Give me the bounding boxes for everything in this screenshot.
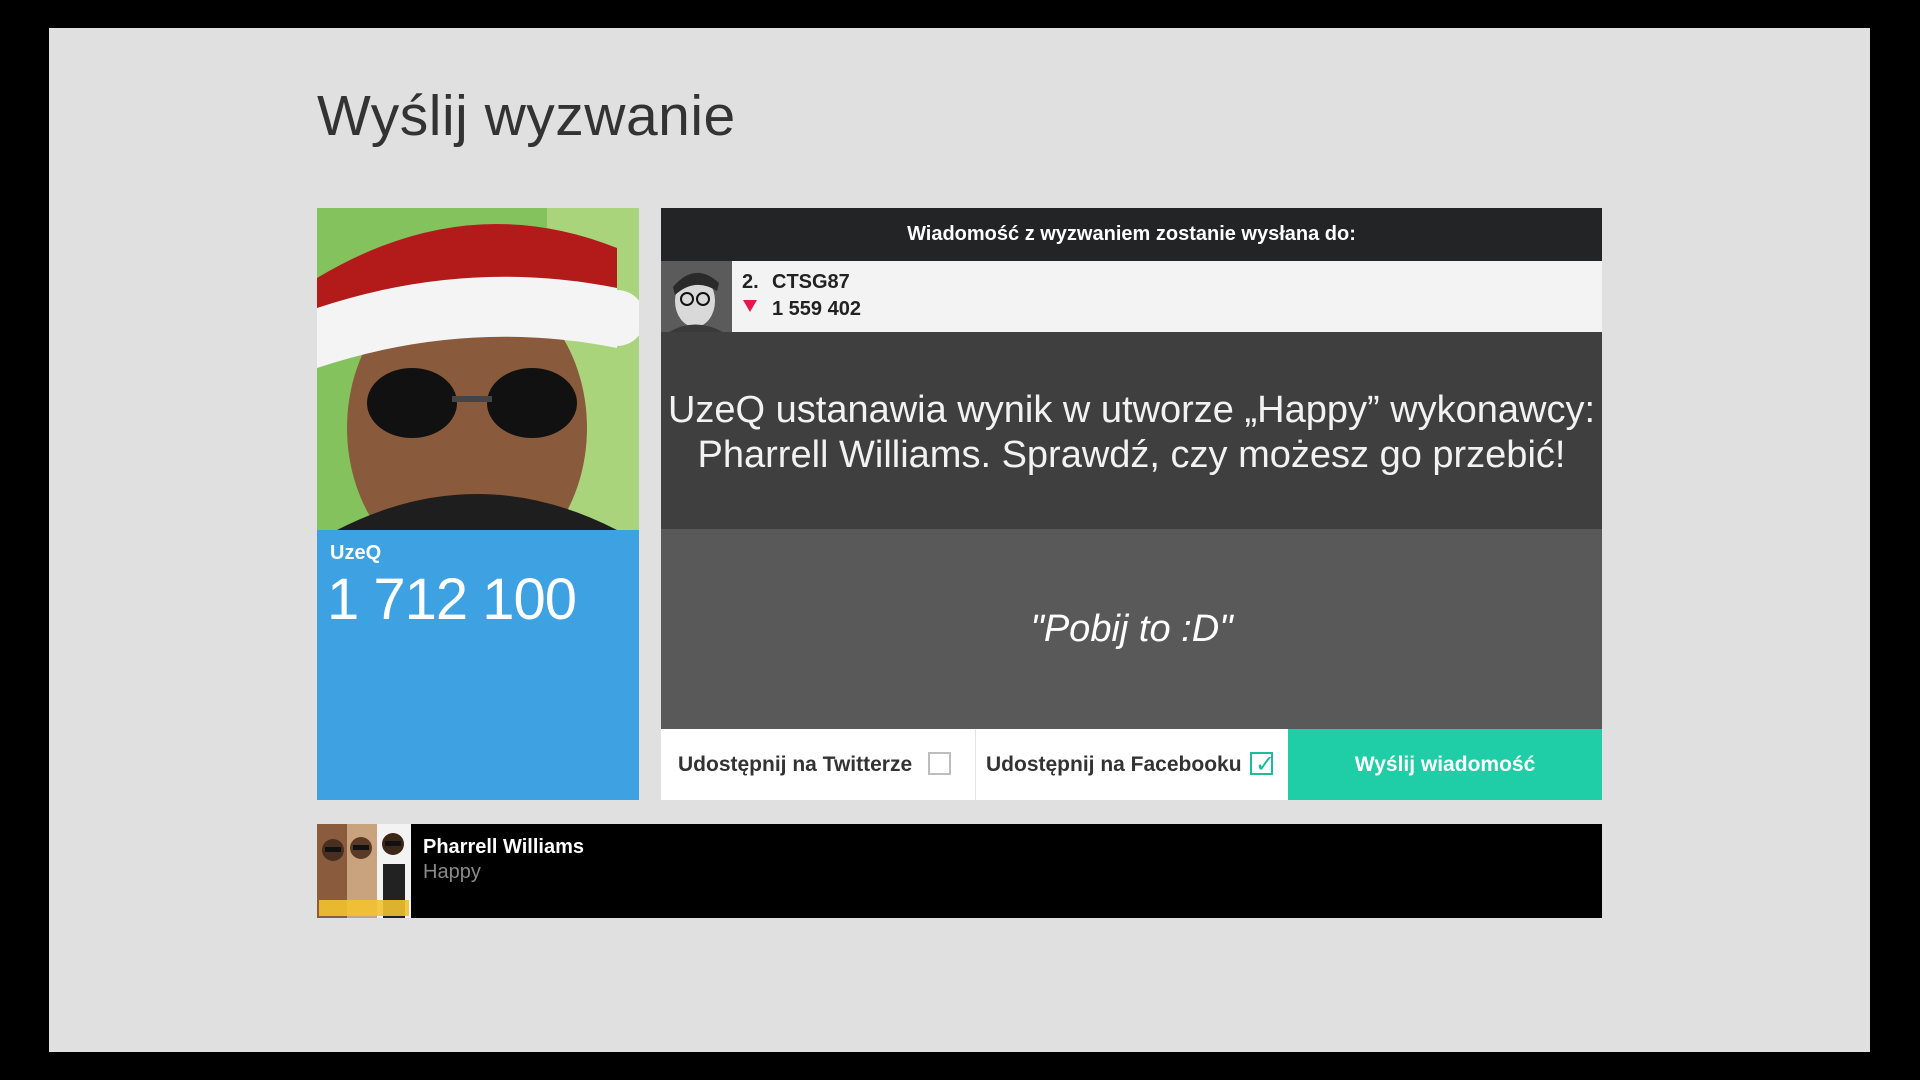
challenge-message: UzeQ ustanawia wynik w utworze „Happy” w… [661,332,1602,529]
sender-card: UzeQ 1 712 100 [317,208,639,800]
recipient-row[interactable]: 2. CTSG87 1 559 402 [661,261,1602,332]
recipient-name: CTSG87 [772,271,850,293]
sender-avatar [317,208,639,530]
song-artist: Pharrell Williams [423,836,584,858]
challenge-panel: Wiadomość z wyzwaniem zostanie wysłana d… [661,208,1602,800]
share-twitter-toggle[interactable]: Udostępnij na Twitterze [661,729,976,800]
twitter-checkbox[interactable] [928,752,951,775]
facebook-checkbox[interactable]: ✓ [1250,750,1276,778]
panel-header: Wiadomość z wyzwaniem zostanie wysłana d… [661,208,1602,261]
song-title: Happy [423,861,481,883]
share-facebook-toggle[interactable]: Udostępnij na Facebooku ✓ [975,729,1288,800]
checkmark-icon: ✓ [1255,750,1276,778]
send-message-button[interactable]: Wyślij wiadomość [1288,729,1602,800]
album-cover [317,824,411,918]
page-title: Wyślij wyzwanie [317,84,736,148]
screen: Wyślij wyzwanie UzeQ 1 712 100 Wiadomość… [49,28,1870,1052]
song-bar: Pharrell Williams Happy [317,824,1602,918]
actions-bar: Udostępnij na Twitterze Udostępnij na Fa… [661,729,1602,800]
share-facebook-label: Udostępnij na Facebooku [986,752,1242,776]
trend-down-icon [743,300,757,312]
recipient-avatar [661,261,732,332]
recipient-score: 1 559 402 [772,298,861,320]
sender-score: 1 712 100 [327,567,577,632]
sender-name: UzeQ [330,542,382,564]
recipient-rank: 2. [742,271,759,293]
share-twitter-label: Udostępnij na Twitterze [678,752,913,776]
custom-message[interactable]: "Pobij to :D" [661,529,1602,729]
